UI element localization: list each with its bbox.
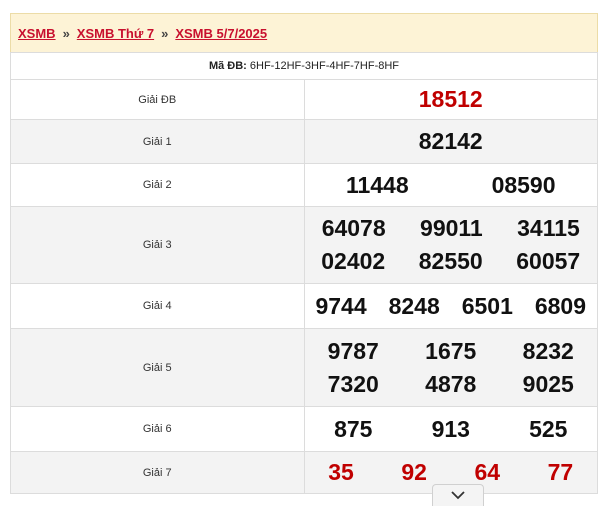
breadcrumb-link-xsmb-thu7[interactable]: XSMB Thứ 7	[77, 26, 154, 41]
breadcrumb-separator: »	[161, 25, 169, 41]
scroll-down-button[interactable]	[432, 484, 484, 506]
prize-row-3: Giải 3 64078 99011 34115 02402 82550 600…	[10, 206, 598, 284]
prize-label: Giải 5	[10, 328, 305, 407]
prize-number: 8248	[388, 292, 440, 319]
breadcrumb-link-xsmb[interactable]: XSMB	[18, 26, 56, 41]
prize-number: 525	[529, 415, 568, 442]
results-container: XSMB » XSMB Thứ 7 » XSMB 5/7/2025 Mã ĐB:…	[10, 13, 598, 494]
prize-number: 875	[334, 415, 373, 442]
prize-number: 77	[547, 459, 574, 485]
prize-label: Giải ĐB	[10, 79, 305, 120]
results-table: Mã ĐB: 6HF-12HF-3HF-4HF-7HF-8HF Giải ĐB …	[10, 52, 598, 494]
prize-number: 34115	[517, 215, 580, 241]
prize-row-7: Giải 7 35 92 64 77	[10, 451, 598, 494]
prize-number: 02402	[321, 248, 386, 274]
prize-row-1: Giải 1 82142	[10, 119, 598, 164]
prize-row-db: Giải ĐB 18512	[10, 79, 598, 120]
chevron-down-icon	[451, 491, 465, 500]
prize-number: 11448	[345, 171, 409, 198]
prize-number: 92	[401, 459, 427, 485]
prize-number: 82142	[418, 128, 483, 154]
special-code-row: Mã ĐB: 6HF-12HF-3HF-4HF-7HF-8HF	[10, 52, 598, 80]
prize-number: 913	[431, 415, 470, 442]
prize-number: 60057	[516, 248, 581, 274]
prize-row-6: Giải 6 875 913 525	[10, 406, 598, 452]
prize-number: 18512	[418, 86, 483, 112]
prize-number: 1675	[425, 337, 477, 364]
prize-number: 9787	[327, 337, 379, 364]
prize-number: 8232	[522, 337, 574, 364]
special-code-value: 6HF-12HF-3HF-4HF-7HF-8HF	[249, 60, 400, 72]
prize-number: 7320	[327, 370, 379, 397]
prize-label: Giải 7	[10, 451, 305, 494]
prize-number: 6809	[534, 292, 587, 319]
prize-label: Giải 6	[10, 406, 305, 452]
prize-label: Giải 1	[10, 119, 305, 164]
breadcrumb-separator: »	[62, 25, 70, 41]
prize-number: 35	[328, 459, 354, 485]
prize-number: 9025	[522, 370, 574, 397]
prize-number: 08590	[491, 171, 556, 198]
prize-label: Giải 3	[10, 206, 305, 284]
prize-row-4: Giải 4 9744 8248 6501 6809	[10, 283, 598, 329]
prize-number: 4878	[425, 370, 477, 397]
prize-number: 82550	[418, 248, 483, 274]
breadcrumb-link-date[interactable]: XSMB 5/7/2025	[175, 26, 267, 41]
prize-number: 64078	[321, 215, 386, 241]
special-code-label: Mã ĐB:	[208, 60, 247, 72]
prize-label: Giải 4	[10, 283, 305, 329]
prize-label: Giải 2	[10, 163, 305, 207]
prize-number: 99011	[420, 215, 483, 241]
prize-row-2: Giải 2 11448 08590	[10, 163, 598, 207]
breadcrumb: XSMB » XSMB Thứ 7 » XSMB 5/7/2025	[10, 13, 598, 52]
prize-number: 9744	[315, 292, 367, 319]
prize-number: 6501	[461, 292, 513, 319]
prize-row-5: Giải 5 9787 1675 8232 7320 4878 9025	[10, 328, 598, 407]
